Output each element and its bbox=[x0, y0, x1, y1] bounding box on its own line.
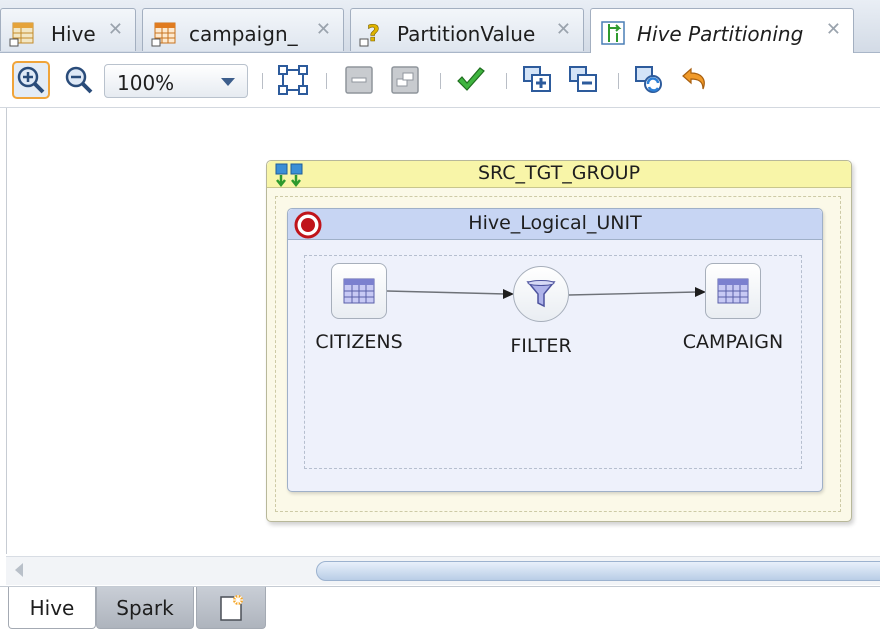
node-citizens[interactable] bbox=[331, 263, 387, 319]
connector-citizens-filter bbox=[386, 290, 507, 295]
connector-filter-campaign bbox=[568, 291, 698, 296]
bottom-tab-bar: Hive Spark bbox=[0, 586, 880, 637]
table-grid-icon bbox=[343, 278, 375, 304]
add-tab-icon bbox=[220, 595, 243, 621]
tab-label: Spark bbox=[116, 596, 174, 620]
node-campaign[interactable] bbox=[705, 263, 761, 319]
filter-funnel-icon bbox=[526, 280, 556, 308]
table-grid-icon bbox=[717, 278, 749, 304]
tab-bottom-hive[interactable]: Hive bbox=[8, 587, 96, 629]
tab-label: Hive bbox=[29, 596, 75, 620]
tab-bottom-add[interactable] bbox=[196, 587, 266, 629]
node-filter[interactable] bbox=[513, 266, 569, 322]
horizontal-scrollbar[interactable] bbox=[6, 556, 880, 585]
scrollbar-thumb[interactable] bbox=[316, 561, 880, 581]
scroll-left-icon[interactable] bbox=[14, 563, 24, 577]
node-label-citizens: CITIZENS bbox=[315, 331, 403, 353]
node-label-filter: FILTER bbox=[510, 335, 572, 357]
tab-bottom-spark[interactable]: Spark bbox=[96, 587, 194, 629]
node-label-campaign: CAMPAIGN bbox=[682, 331, 784, 353]
